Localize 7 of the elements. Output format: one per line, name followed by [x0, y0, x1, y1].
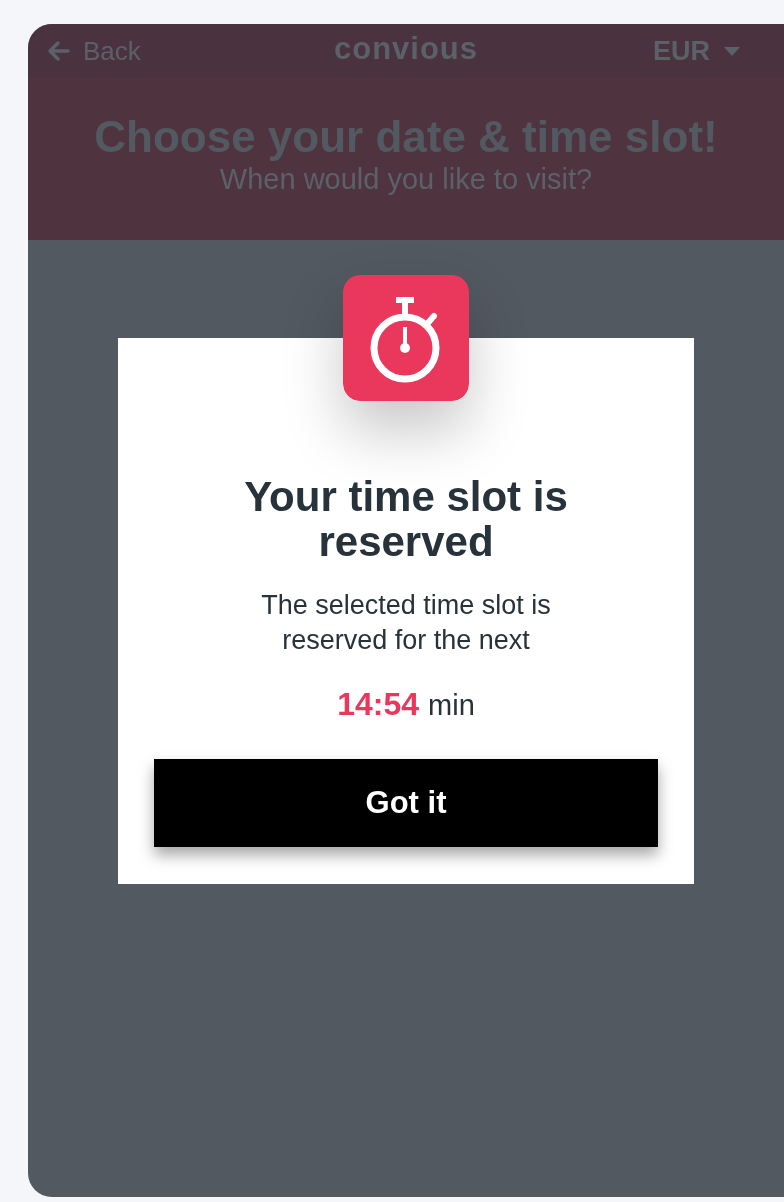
countdown-time: 14:54 [337, 686, 420, 722]
dialog-title: Your time slot is reserved [243, 474, 569, 564]
dialog-message: The selected time slot is reserved for the next [260, 589, 552, 657]
got-it-button[interactable]: Got it [154, 759, 658, 847]
left-arrow-icon [48, 41, 70, 61]
countdown-unit: min [428, 688, 475, 723]
caret-icon [724, 46, 740, 56]
